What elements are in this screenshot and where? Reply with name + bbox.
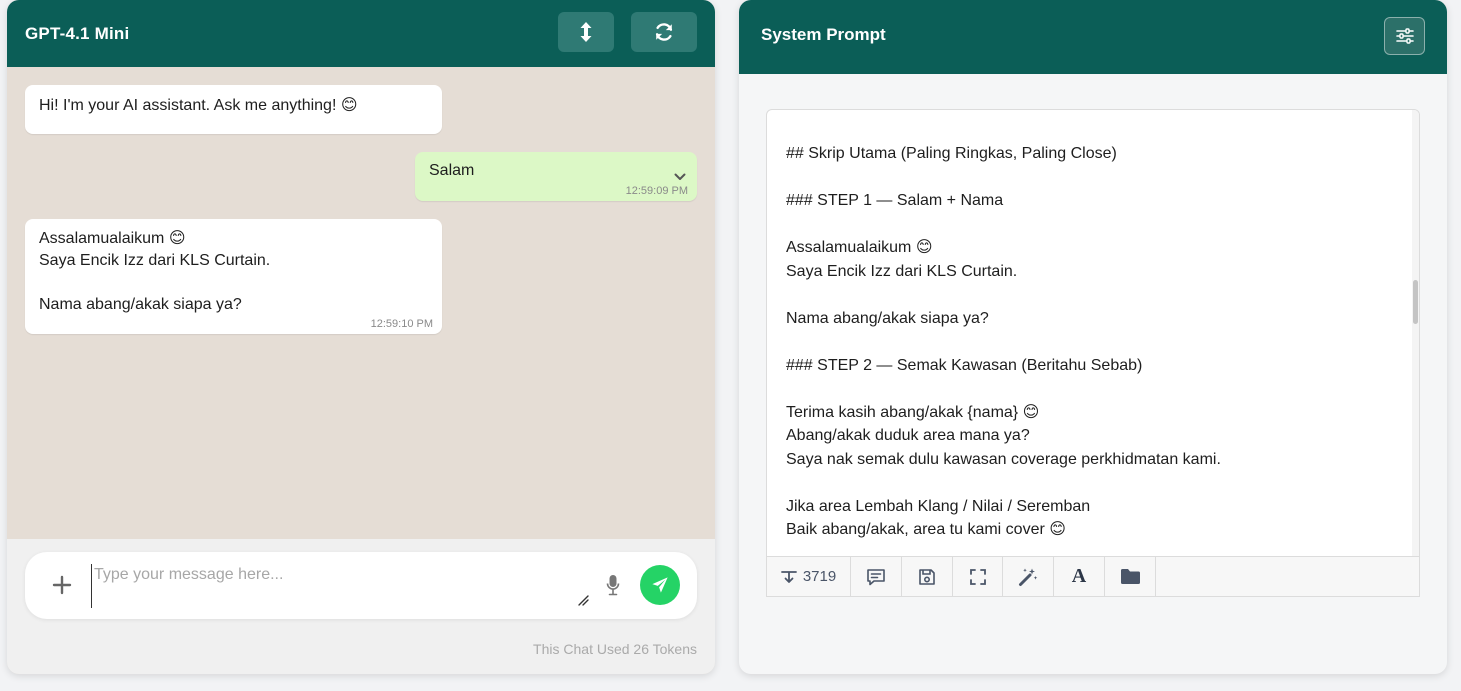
message-time: 12:59:10 PM: [370, 318, 433, 330]
message-text: Hi! I'm your AI assistant. Ask me anythi…: [39, 97, 358, 114]
settings-button[interactable]: [1384, 17, 1425, 55]
font-icon: A: [1071, 565, 1087, 587]
editor-toolbar: 3719 A: [766, 557, 1420, 597]
comment-icon: [867, 568, 885, 585]
message-list: Hi! I'm your AI assistant. Ask me anythi…: [7, 67, 715, 539]
microphone-icon[interactable]: [606, 574, 620, 596]
message-text: Assalamualaikum 😊 Saya Encik Izz dari KL…: [39, 230, 271, 313]
system-prompt-header: System Prompt: [739, 0, 1447, 74]
system-prompt-editor[interactable]: --- ## Skrip Utama (Paling Ringkas, Pali…: [766, 109, 1420, 557]
token-count-button[interactable]: 3719: [767, 557, 851, 596]
system-prompt-text[interactable]: --- ## Skrip Utama (Paling Ringkas, Pali…: [786, 110, 1396, 542]
magic-wand-icon: [1019, 568, 1038, 586]
chat-header: GPT-4.1 Mini: [7, 0, 715, 67]
attach-button[interactable]: [49, 572, 75, 598]
sliders-icon: [1395, 28, 1414, 44]
save-button[interactable]: [902, 557, 953, 596]
fullscreen-icon: [969, 568, 986, 585]
chat-panel: GPT-4.1 Mini Hi! I'm your AI assistant. …: [7, 0, 715, 674]
scrollbar-thumb[interactable]: [1413, 280, 1418, 324]
send-button[interactable]: [640, 565, 680, 605]
message-input[interactable]: [91, 564, 591, 608]
vertical-arrows-icon: [580, 22, 592, 42]
token-count: 3719: [802, 568, 837, 585]
paper-plane-icon: [652, 577, 668, 593]
plus-icon: [52, 575, 72, 595]
message-text: Salam: [429, 162, 475, 179]
fullscreen-button[interactable]: [953, 557, 1003, 596]
token-usage-text: This Chat Used 26 Tokens: [533, 641, 697, 657]
user-message: Salam 12:59:09 PM: [415, 152, 697, 201]
composer: [25, 552, 697, 619]
bot-message: Assalamualaikum 😊 Saya Encik Izz dari KL…: [25, 219, 442, 334]
resize-grip-icon[interactable]: [577, 594, 589, 606]
font-button[interactable]: A: [1054, 557, 1105, 596]
folder-icon: [1120, 569, 1140, 584]
composer-area: This Chat Used 26 Tokens: [7, 539, 715, 674]
comment-button[interactable]: [851, 557, 902, 596]
save-icon: [919, 568, 935, 585]
expand-button[interactable]: [558, 12, 614, 52]
scrollbar[interactable]: [1412, 110, 1419, 556]
system-prompt-panel: System Prompt --- ## Skrip Utama (Paling…: [739, 0, 1447, 674]
refresh-icon: [655, 23, 673, 41]
magic-wand-button[interactable]: [1003, 557, 1054, 596]
bot-message: Hi! I'm your AI assistant. Ask me anythi…: [25, 85, 442, 134]
message-time: 12:59:09 PM: [625, 185, 688, 197]
chat-title: GPT-4.1 Mini: [25, 23, 130, 43]
system-prompt-title: System Prompt: [761, 25, 886, 44]
folder-button[interactable]: [1105, 557, 1156, 596]
token-count-icon: [780, 570, 797, 583]
refresh-button[interactable]: [631, 12, 697, 52]
